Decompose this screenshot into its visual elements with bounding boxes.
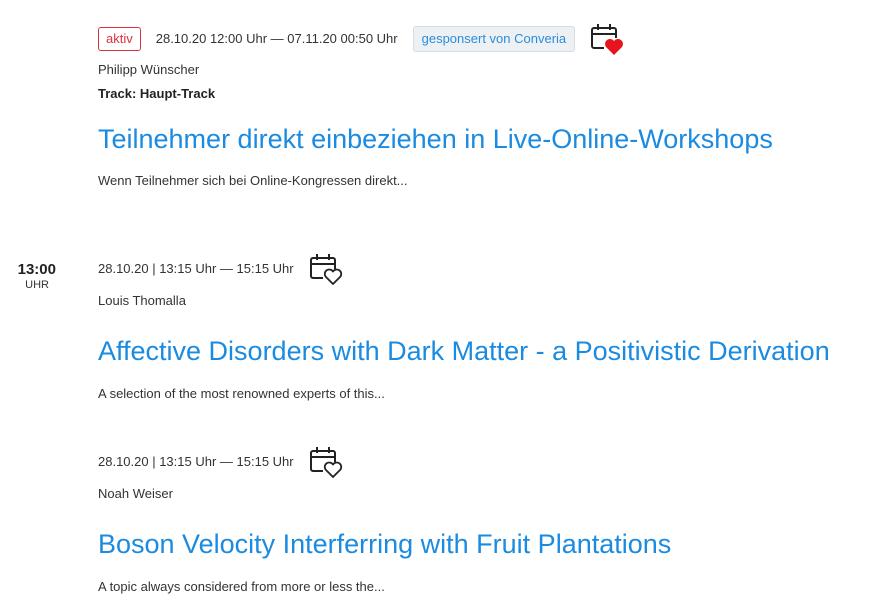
sponsor-badge: gesponsert von Converia — [412, 26, 576, 52]
calendar-heart-outline-icon[interactable] — [308, 444, 344, 480]
session-title-link[interactable]: Affective Disorders with Dark Matter - a… — [98, 335, 875, 367]
session-card: aktiv 28.10.20 12:00 Uhr — 07.11.20 00:5… — [98, 24, 875, 189]
session-date: 28.10.20 12:00 Uhr — 07.11.20 00:50 Uhr — [155, 31, 398, 46]
session-card: 28.10.20 | 13:15 Uhr — 15:15 Uhr Louis T… — [98, 254, 875, 402]
speaker-name: Noah Weiser — [98, 486, 173, 501]
session-teaser: A topic always considered from more or l… — [98, 579, 385, 594]
session-title-link[interactable]: Teilnehmer direkt einbeziehen in Live-On… — [98, 123, 875, 155]
track-label: Track: Haupt-Track — [98, 86, 216, 101]
status-badge: aktiv — [98, 27, 141, 51]
session-date: 28.10.20 | 13:15 Uhr — 15:15 Uhr — [98, 261, 294, 276]
session-meta: 28.10.20 | 13:15 Uhr — 15:15 Uhr — [98, 447, 875, 478]
session-meta: aktiv 28.10.20 12:00 Uhr — 07.11.20 00:5… — [98, 24, 875, 56]
timeslot-time: 13:00 — [17, 261, 56, 278]
session-teaser: A selection of the most renowned experts… — [98, 386, 385, 401]
calendar-heart-outline-icon[interactable] — [308, 251, 344, 287]
session-title-link[interactable]: Boson Velocity Interferring with Fruit P… — [98, 528, 875, 560]
speaker-name: Philipp Wünscher — [98, 62, 200, 77]
calendar-heart-filled-icon[interactable] — [589, 21, 625, 57]
speaker-name: Louis Thomalla — [98, 293, 186, 308]
timeslot-unit: UHR — [25, 279, 49, 291]
session-teaser: Wenn Teilnehmer sich bei Online-Kongress… — [98, 173, 408, 188]
session-card: 28.10.20 | 13:15 Uhr — 15:15 Uhr Noah We… — [98, 447, 875, 595]
timeslot-label: 13:00 UHR — [0, 261, 56, 292]
session-date: 28.10.20 | 13:15 Uhr — 15:15 Uhr — [98, 454, 294, 469]
session-meta: 28.10.20 | 13:15 Uhr — 15:15 Uhr — [98, 254, 875, 285]
